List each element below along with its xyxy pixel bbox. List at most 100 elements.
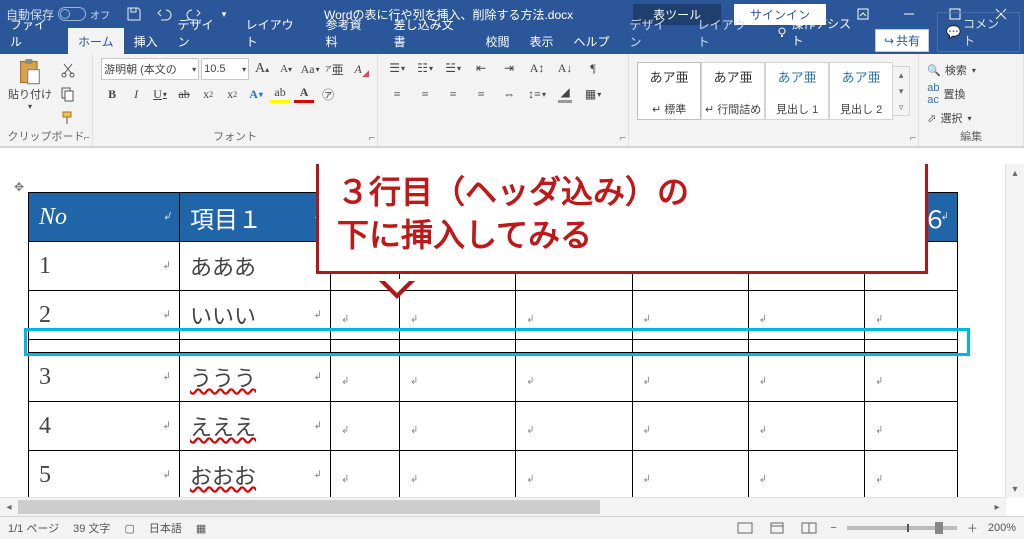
zoom-slider-handle[interactable]	[935, 522, 943, 534]
italic-button[interactable]: I	[125, 84, 147, 104]
callout-line2: 下に挿入してみる	[337, 214, 907, 257]
table-row[interactable]: 2↲ いいい↲ ↲↲↲↲↲↲	[29, 291, 958, 340]
scroll-thumb[interactable]	[18, 500, 600, 514]
align-left-icon[interactable]: ≡	[386, 84, 408, 104]
font-color-icon[interactable]: A	[293, 84, 315, 104]
underline-button[interactable]: U▾	[149, 84, 171, 104]
tab-table-design[interactable]: デザイン	[620, 11, 688, 54]
vertical-scrollbar[interactable]: ▴ ▾	[1005, 164, 1024, 498]
change-case-icon[interactable]: Aa▾	[299, 59, 321, 79]
bullets-icon[interactable]: ☰▾	[386, 58, 408, 78]
clear-format-icon[interactable]: A◢	[347, 59, 369, 79]
print-layout-icon[interactable]	[766, 520, 788, 536]
table-inserted-row[interactable]	[29, 340, 958, 353]
multilevel-icon[interactable]: ☱▾	[442, 58, 464, 78]
borders-icon[interactable]: ▦▾	[582, 84, 604, 104]
increase-indent-icon[interactable]: ⇥	[498, 58, 520, 78]
bold-button[interactable]: B	[101, 84, 123, 104]
tab-review[interactable]: 校閲	[476, 28, 520, 54]
numbering-icon[interactable]: ☷▾	[414, 58, 436, 78]
cut-icon[interactable]	[58, 60, 78, 80]
scroll-down-icon[interactable]: ▾	[1006, 480, 1024, 498]
scroll-up-icon[interactable]: ▴	[1006, 164, 1024, 182]
table-anchor-icon[interactable]: ✥	[14, 180, 24, 194]
comment-button[interactable]: 💬コメント	[937, 12, 1020, 52]
paste-button[interactable]: 貼り付け ▾	[8, 58, 52, 128]
font-size-combo[interactable]: 10.5▾	[201, 58, 249, 80]
tab-file[interactable]: ファイル	[0, 11, 68, 54]
dialog-launcher-icon[interactable]: ⌐	[910, 132, 916, 144]
group-editing-label: 編集	[919, 128, 1023, 144]
highlight-icon[interactable]: ab	[269, 84, 291, 104]
find-button[interactable]: 🔍検索▾	[927, 60, 1015, 80]
sort-icon[interactable]: A↓	[554, 58, 576, 78]
tab-view[interactable]: 表示	[520, 28, 564, 54]
header-cell[interactable]: 項目１↲	[180, 193, 331, 242]
decrease-indent-icon[interactable]: ⇤	[470, 58, 492, 78]
zoom-value[interactable]: 200%	[988, 522, 1016, 534]
zoom-out-icon[interactable]: −	[830, 522, 836, 534]
web-layout-icon[interactable]	[798, 520, 820, 536]
grow-font-icon[interactable]: A▴	[251, 59, 273, 79]
share-button[interactable]: ↪共有	[875, 29, 929, 52]
text-effects-icon[interactable]: A▾	[245, 84, 267, 104]
macro-icon[interactable]: ▦	[196, 522, 206, 535]
document-canvas[interactable]: ✥ No↲ 項目１↲ 項 ６↲ 1↲ あああ↲ ↲↲↲↲↲↲ 2↲ いいい↲ ↲…	[0, 164, 1006, 498]
tab-home[interactable]: ホーム	[68, 28, 124, 54]
strike-button[interactable]: ab	[173, 84, 195, 104]
zoom-in-icon[interactable]: ＋	[967, 520, 978, 536]
redo-icon[interactable]	[184, 4, 204, 24]
dialog-launcher-icon[interactable]: ⌐	[620, 132, 626, 144]
spell-check-icon[interactable]: ▢	[124, 522, 134, 535]
tab-table-layout[interactable]: レイアウト	[688, 11, 768, 54]
header-cell[interactable]: No↲	[29, 193, 180, 242]
enclose-char-icon[interactable]: ㋐	[317, 84, 339, 104]
style-gallery-scroll[interactable]: ▴▾▿	[893, 66, 910, 116]
tell-me-search[interactable]: 操作アシスト	[768, 10, 871, 54]
align-right-icon[interactable]: ≡	[442, 84, 464, 104]
phonetic-guide-icon[interactable]: ア亜	[323, 59, 345, 79]
style-normal[interactable]: あア亜↵ 標準	[637, 62, 701, 120]
tab-help[interactable]: ヘルプ	[564, 28, 620, 54]
style-heading1[interactable]: あア亜見出し 1	[765, 62, 829, 120]
table-row[interactable]: 4↲ えええ↲ ↲↲↲↲↲↲	[29, 402, 958, 451]
justify-icon[interactable]: ≡	[470, 84, 492, 104]
minimize-icon[interactable]	[886, 0, 932, 28]
table-row[interactable]: 5↲ おおお↲ ↲↲↲↲↲↲	[29, 451, 958, 499]
tab-insert[interactable]: 挿入	[124, 28, 168, 54]
tab-mailings[interactable]: 差し込み文書	[384, 11, 476, 54]
dialog-launcher-icon[interactable]: ⌐	[369, 132, 375, 144]
superscript-button[interactable]: x2	[221, 84, 243, 104]
tab-layout[interactable]: レイアウト	[236, 11, 316, 54]
copy-icon[interactable]	[58, 84, 78, 104]
replace-button[interactable]: abac置換	[927, 84, 1015, 104]
scroll-right-icon[interactable]: ▸	[988, 498, 1006, 516]
zoom-slider[interactable]	[847, 526, 957, 530]
shrink-font-icon[interactable]: A▾	[275, 59, 297, 79]
word-count[interactable]: 39 文字	[73, 520, 110, 536]
shading-icon[interactable]: ◢	[554, 84, 576, 104]
style-heading2[interactable]: あア亜見出し 2	[829, 62, 893, 120]
line-spacing-icon[interactable]: ↕≡▾	[526, 84, 548, 104]
horizontal-scrollbar[interactable]: ◂ ▸	[0, 497, 1006, 516]
select-button[interactable]: ⬀選択▾	[927, 108, 1015, 128]
text-direction-icon[interactable]: A↕	[526, 58, 548, 78]
align-center-icon[interactable]: ≡	[414, 84, 436, 104]
show-marks-icon[interactable]: ¶	[582, 58, 604, 78]
format-painter-icon[interactable]	[58, 108, 78, 128]
page-indicator[interactable]: 1/1 ページ	[8, 520, 59, 536]
ribbon-tabs: ファイル ホーム 挿入 デザイン レイアウト 参考資料 差し込み文書 校閲 表示…	[0, 28, 1024, 54]
dialog-launcher-icon[interactable]: ⌐	[84, 132, 90, 144]
distributed-icon[interactable]: ⇔	[498, 84, 520, 104]
save-icon[interactable]	[124, 4, 144, 24]
language-indicator[interactable]: 日本語	[149, 520, 182, 536]
subscript-button[interactable]: x2	[197, 84, 219, 104]
read-mode-icon[interactable]	[734, 520, 756, 536]
scroll-left-icon[interactable]: ◂	[0, 498, 18, 516]
style-nospacing[interactable]: あア亜↵ 行間詰め	[701, 62, 765, 120]
tab-references[interactable]: 参考資料	[316, 11, 384, 54]
undo-icon[interactable]	[154, 4, 174, 24]
ruler[interactable]	[0, 148, 1024, 165]
font-name-combo[interactable]: 游明朝 (本文の▾	[101, 58, 199, 80]
table-row[interactable]: 3↲ ううう↲ ↲↲↲↲↲↲	[29, 353, 958, 402]
